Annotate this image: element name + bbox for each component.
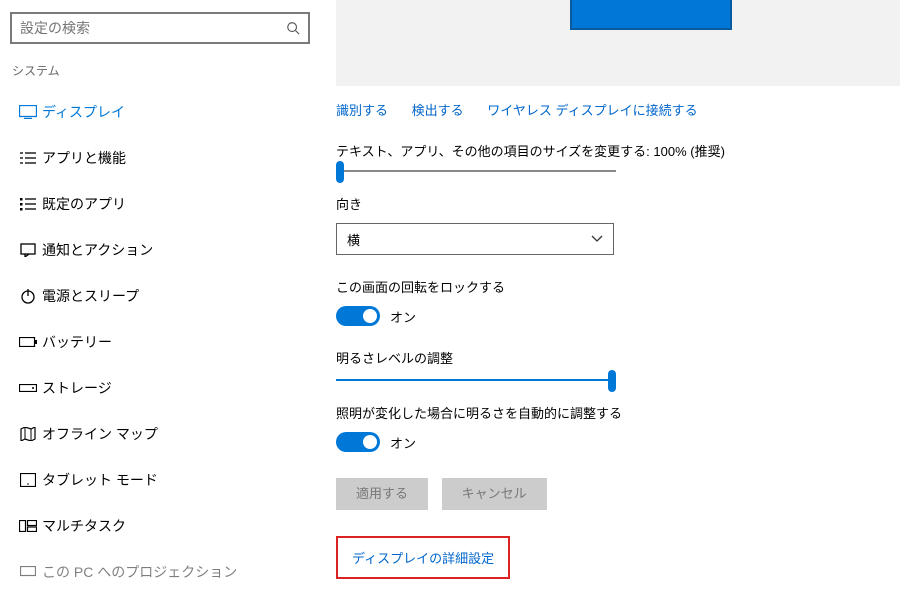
- rotation-lock-state: オン: [390, 307, 416, 326]
- sidebar-item-tablet-mode[interactable]: タブレット モード: [10, 457, 310, 503]
- sidebar-section-title: システム: [12, 62, 310, 79]
- rotation-lock-toggle[interactable]: [336, 306, 380, 326]
- multitask-icon: [14, 520, 42, 532]
- button-row: 適用する キャンセル: [336, 478, 884, 510]
- wireless-display-link[interactable]: ワイヤレス ディスプレイに接続する: [487, 103, 697, 118]
- orientation-dropdown[interactable]: 横: [336, 223, 614, 255]
- sidebar-item-label: バッテリー: [42, 332, 112, 352]
- sidebar-item-label: マルチタスク: [42, 516, 126, 536]
- orientation-value: 横: [347, 230, 360, 249]
- auto-brightness-state: オン: [390, 433, 416, 452]
- sidebar-item-battery[interactable]: バッテリー: [10, 319, 310, 365]
- cancel-button[interactable]: キャンセル: [442, 478, 547, 510]
- brightness-slider-thumb[interactable]: [608, 370, 616, 392]
- advanced-display-settings-link[interactable]: ディスプレイの詳細設定: [352, 551, 494, 566]
- apps-icon: [14, 151, 42, 165]
- rotation-lock-label: この画面の回転をロックする: [336, 277, 884, 296]
- orientation-label: 向き: [336, 194, 884, 213]
- display-preview-area: [336, 0, 900, 86]
- notifications-icon: [14, 243, 42, 257]
- sidebar-item-projection[interactable]: この PC へのプロジェクション: [10, 549, 310, 595]
- sidebar-item-label: アプリと機能: [42, 148, 126, 168]
- search-input[interactable]: [20, 20, 286, 36]
- sidebar-item-label: 既定のアプリ: [42, 194, 126, 214]
- sidebar-item-storage[interactable]: ストレージ: [10, 365, 310, 411]
- scale-label: テキスト、アプリ、その他の項目のサイズを変更する: 100% (推奨): [336, 141, 884, 160]
- auto-brightness-label: 照明が変化した場合に明るさを自動的に調整する: [336, 403, 884, 422]
- sidebar-item-label: ストレージ: [42, 378, 112, 398]
- main-panel: 識別する 検出する ワイヤレス ディスプレイに接続する テキスト、アプリ、その他…: [320, 0, 900, 600]
- identify-link[interactable]: 識別する: [336, 103, 388, 118]
- sidebar-item-label: 電源とスリープ: [42, 286, 139, 306]
- map-icon: [14, 427, 42, 441]
- scale-slider-thumb[interactable]: [336, 161, 344, 183]
- sidebar-item-label: この PC へのプロジェクション: [42, 562, 237, 582]
- sidebar-item-label: ディスプレイ: [42, 102, 125, 122]
- settings-sidebar: システム ディスプレイ アプリと機能 既定のアプリ 通知とアクション: [0, 0, 320, 600]
- search-icon: [286, 21, 300, 35]
- power-icon: [14, 288, 42, 304]
- advanced-link-highlight: ディスプレイの詳細設定: [336, 536, 510, 579]
- detect-link[interactable]: 検出する: [412, 103, 464, 118]
- brightness-slider[interactable]: [336, 379, 616, 381]
- sidebar-item-default-apps[interactable]: 既定のアプリ: [10, 181, 310, 227]
- sidebar-item-power[interactable]: 電源とスリープ: [10, 273, 310, 319]
- display-preview-monitor[interactable]: [570, 0, 732, 30]
- sidebar-item-multitask[interactable]: マルチタスク: [10, 503, 310, 549]
- chevron-down-icon: [591, 235, 603, 243]
- display-action-links: 識別する 検出する ワイヤレス ディスプレイに接続する: [336, 100, 884, 119]
- apply-button[interactable]: 適用する: [336, 478, 428, 510]
- sidebar-item-label: タブレット モード: [42, 470, 158, 490]
- toggle-knob: [363, 435, 377, 449]
- tablet-icon: [14, 473, 42, 487]
- brightness-label: 明るさレベルの調整: [336, 348, 884, 367]
- projection-icon: [14, 566, 42, 578]
- display-icon: [14, 105, 42, 119]
- sidebar-item-notifications[interactable]: 通知とアクション: [10, 227, 310, 273]
- default-apps-icon: [14, 197, 42, 211]
- sidebar-item-label: オフライン マップ: [42, 424, 158, 444]
- battery-icon: [14, 337, 42, 347]
- sidebar-item-label: 通知とアクション: [42, 240, 153, 260]
- search-box[interactable]: [10, 12, 310, 44]
- auto-brightness-toggle[interactable]: [336, 432, 380, 452]
- scale-slider[interactable]: [336, 170, 616, 172]
- sidebar-item-apps[interactable]: アプリと機能: [10, 135, 310, 181]
- toggle-knob: [363, 309, 377, 323]
- storage-icon: [14, 384, 42, 392]
- sidebar-item-offline-maps[interactable]: オフライン マップ: [10, 411, 310, 457]
- sidebar-item-display[interactable]: ディスプレイ: [10, 89, 310, 135]
